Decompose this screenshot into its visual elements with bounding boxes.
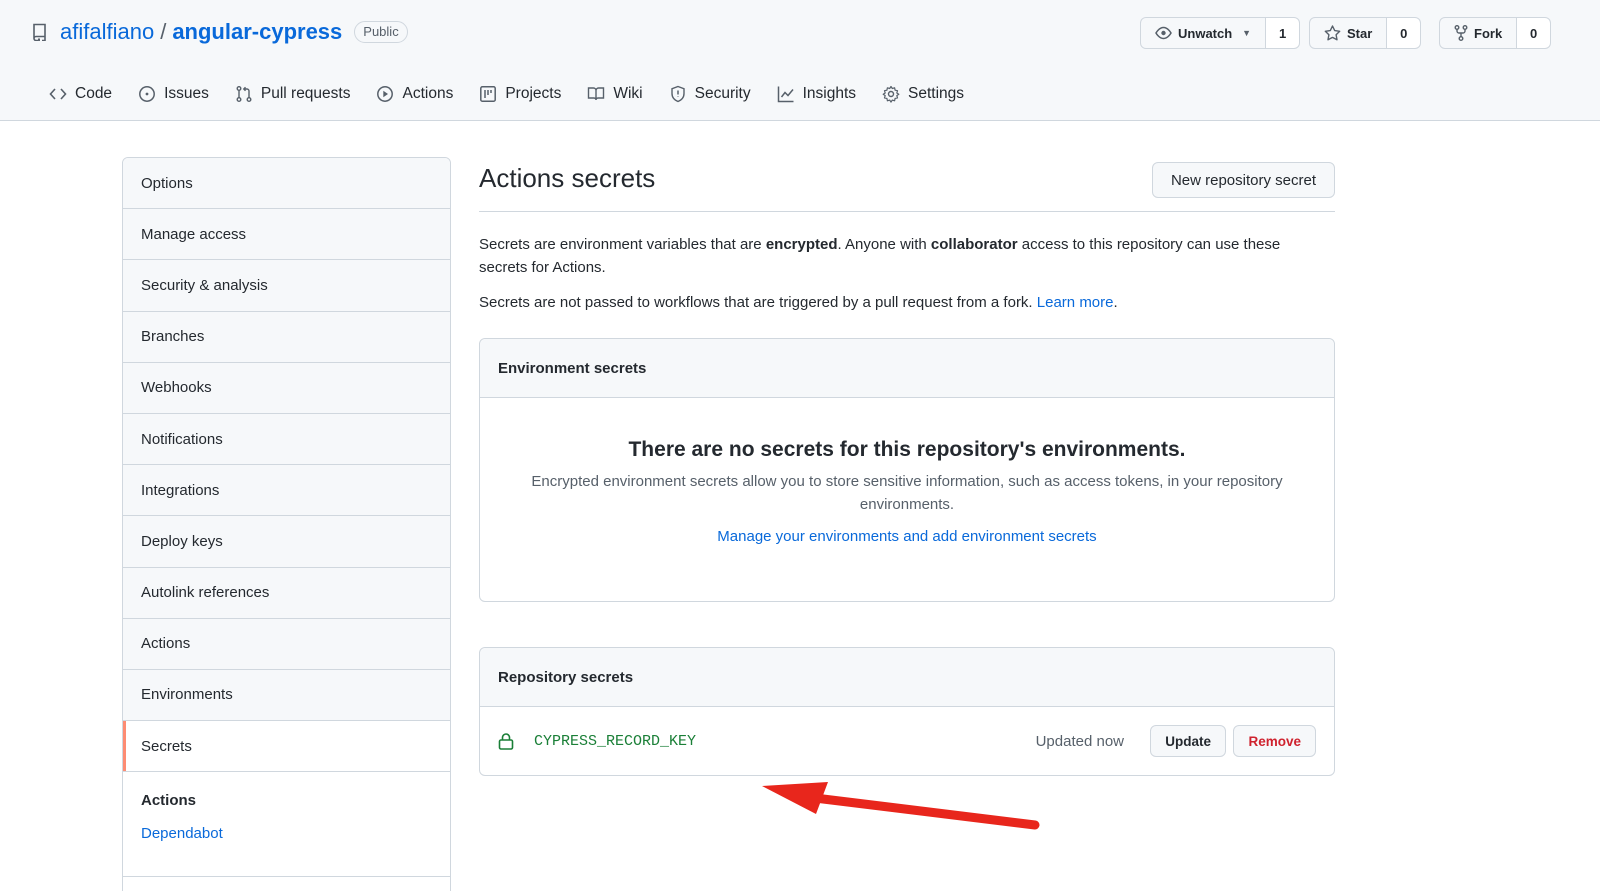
tab-settings[interactable]: Settings (869, 74, 977, 114)
secrets-subgroup: Actions Dependabot (123, 772, 450, 847)
sidebar-item-actions[interactable]: Actions (123, 618, 450, 670)
graph-icon (777, 86, 794, 103)
secrets-description: Secrets are environment variables that a… (479, 233, 1319, 279)
subgroup-actions[interactable]: Actions (141, 792, 432, 814)
annotation-arrow-icon (762, 782, 1040, 830)
eye-icon (1155, 26, 1172, 40)
sidebar-item-branches[interactable]: Branches (123, 311, 450, 363)
book-icon (588, 87, 605, 101)
sidebar-item-manage-access[interactable]: Manage access (123, 209, 450, 261)
project-icon (480, 86, 497, 102)
sidebar-item-secrets[interactable]: Secrets (123, 721, 450, 773)
star-button[interactable]: Star (1309, 17, 1388, 49)
tab-projects-label: Projects (505, 85, 562, 102)
fork-count[interactable]: 0 (1517, 17, 1552, 49)
tab-wiki-label: Wiki (613, 85, 643, 102)
empty-description: Encrypted environment secrets allow you … (531, 473, 1283, 513)
tab-security-label: Security (694, 85, 751, 102)
environment-secrets-blankslate: There are no secrets for this repository… (480, 398, 1334, 545)
star-icon (1324, 25, 1341, 41)
secrets-main: Actions secrets New repository secret Se… (479, 157, 1335, 776)
unwatch-button[interactable]: Unwatch ▼ (1140, 17, 1267, 49)
fork-desc-text: Secrets are not passed to workflows that… (479, 294, 1037, 311)
unwatch-label: Unwatch (1178, 25, 1233, 41)
repo-separator: / (160, 19, 167, 44)
page-title: Actions secrets (479, 163, 656, 193)
repository-secrets-box: Repository secrets CYPRESS_RECORD_KEY Up… (479, 647, 1335, 776)
tab-code[interactable]: Code (36, 74, 125, 114)
caret-down-icon: ▼ (1242, 28, 1252, 38)
lock-icon (498, 731, 516, 751)
empty-title: There are no secrets for this repository… (628, 438, 1186, 461)
secret-updated: Updated now (1035, 732, 1124, 750)
star-group: Star 0 (1309, 17, 1422, 49)
fork-description: Secrets are not passed to workflows that… (479, 291, 1335, 314)
code-icon (49, 88, 67, 100)
repo-nav: Code Issues Pull requests Actions Projec… (36, 74, 977, 114)
sidebar-item-autolink-references[interactable]: Autolink references (123, 567, 450, 619)
tab-settings-label: Settings (908, 85, 965, 102)
tab-projects[interactable]: Projects (466, 74, 574, 114)
manage-environments-link[interactable]: Manage your environments and add environ… (717, 528, 1096, 545)
repository-secrets-header: Repository secrets (480, 648, 1334, 707)
star-label: Star (1347, 25, 1373, 41)
update-secret-button[interactable]: Update (1150, 725, 1226, 757)
repo-icon (32, 22, 50, 42)
fork-label: Fork (1474, 25, 1503, 41)
play-icon (377, 86, 394, 102)
settings-sidebar: Options Manage access Security & analysi… (122, 157, 451, 891)
sidebar-divider (123, 876, 450, 877)
main-header: Actions secrets New repository secret (479, 157, 1335, 212)
tab-actions[interactable]: Actions (363, 74, 466, 114)
shield-icon (670, 85, 685, 103)
sidebar-item-deploy-keys[interactable]: Deploy keys (123, 516, 450, 568)
fork-desc-period: . (1113, 294, 1118, 311)
tab-wiki[interactable]: Wiki (574, 74, 655, 114)
pull-request-icon (236, 86, 252, 102)
sidebar-item-notifications[interactable]: Notifications (123, 413, 450, 466)
environment-secrets-header: Environment secrets (480, 339, 1334, 398)
sidebar-item-integrations[interactable]: Integrations (123, 465, 450, 517)
watch-count[interactable]: 1 (1266, 17, 1301, 49)
repo-owner-link[interactable]: afifalfiano (60, 19, 154, 45)
subgroup-dependabot-link[interactable]: Dependabot (141, 825, 432, 847)
watch-group: Unwatch ▼ 1 (1140, 17, 1301, 49)
fork-button[interactable]: Fork (1439, 17, 1518, 49)
fork-icon (1454, 25, 1468, 41)
secret-name: CYPRESS_RECORD_KEY (534, 732, 697, 750)
repo-header: afifalfiano / angular-cypress Public Unw… (0, 0, 1600, 121)
environment-secrets-box: Environment secrets There are no secrets… (479, 338, 1335, 602)
tab-issues-label: Issues (164, 85, 209, 102)
repo-title: afifalfiano / angular-cypress Public (32, 16, 408, 48)
new-repository-secret-button[interactable]: New repository secret (1151, 162, 1335, 198)
repo-name-link[interactable]: angular-cypress (172, 19, 342, 45)
visibility-badge: Public (354, 21, 408, 43)
desc-bold-encrypted: encrypted (765, 236, 838, 253)
sidebar-item-webhooks[interactable]: Webhooks (123, 362, 450, 414)
issue-icon (139, 86, 156, 102)
remove-secret-button[interactable]: Remove (1233, 725, 1316, 757)
gear-icon (882, 85, 900, 103)
tab-pull-requests-label: Pull requests (260, 85, 351, 102)
tab-issues[interactable]: Issues (125, 74, 222, 114)
tab-security[interactable]: Security (656, 74, 764, 114)
secret-row: CYPRESS_RECORD_KEY Updated now Update Re… (480, 707, 1334, 775)
fork-group: Fork 0 (1439, 17, 1552, 49)
learn-more-link[interactable]: Learn more (1037, 294, 1114, 311)
tab-insights[interactable]: Insights (764, 74, 869, 114)
tab-pull-requests[interactable]: Pull requests (222, 74, 364, 114)
sidebar-item-environments[interactable]: Environments (123, 669, 450, 722)
tab-insights-label: Insights (802, 85, 857, 102)
tab-code-label: Code (75, 85, 113, 102)
sidebar-item-security-analysis[interactable]: Security & analysis (123, 260, 450, 312)
sidebar-item-options[interactable]: Options (123, 158, 450, 210)
desc-bold-collaborator: collaborator (930, 236, 1018, 253)
tab-actions-label: Actions (402, 85, 454, 102)
desc-text-1: Secrets are environment variables that a… (479, 236, 766, 253)
desc-text-2: . Anyone with (837, 236, 931, 253)
star-count[interactable]: 0 (1387, 17, 1422, 49)
